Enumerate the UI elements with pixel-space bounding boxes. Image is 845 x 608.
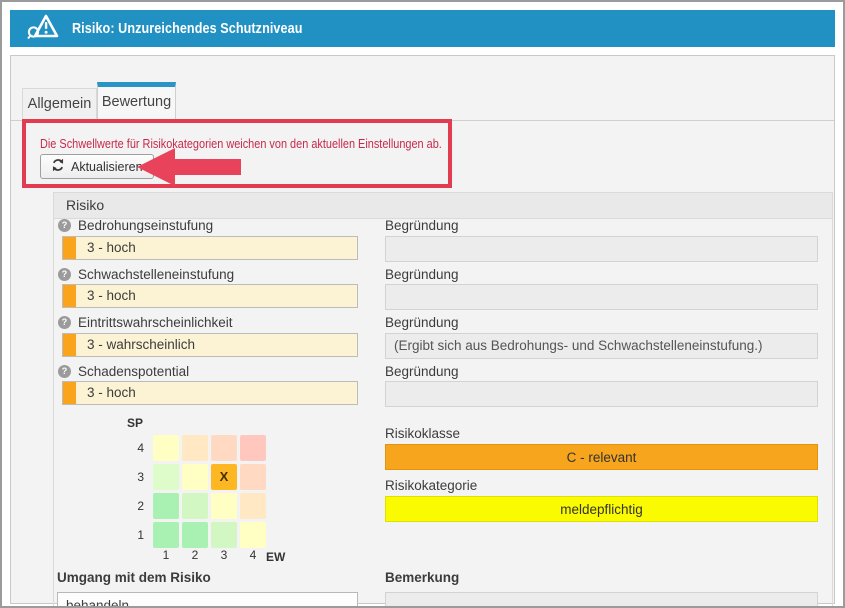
- tab-bewertung[interactable]: Bewertung: [97, 82, 176, 121]
- refresh-icon: [51, 158, 65, 175]
- tab-allgemein-label: Allgemein: [28, 96, 92, 112]
- eintrittswahrscheinlichkeit-value: 3 - wahrscheinlich: [87, 334, 195, 356]
- schwachstelleneinstufung-input[interactable]: 3 - hoch: [62, 284, 358, 308]
- matrix-cell-sp1-ew1: [153, 522, 179, 548]
- rating-stripe: [63, 237, 76, 259]
- risk-matrix-grid: X: [153, 435, 266, 548]
- rating-stripe: [63, 382, 76, 404]
- matrix-cell-sp1-ew3: [211, 522, 237, 548]
- help-icon[interactable]: ?: [58, 268, 71, 281]
- begruendung-input-schaden[interactable]: [385, 381, 818, 407]
- help-icon[interactable]: ?: [58, 219, 71, 232]
- umgang-label: Umgang mit dem Risiko: [57, 570, 211, 585]
- field-label-schwachstelleneinstufung: Schwachstelleneinstufung: [78, 267, 234, 282]
- risikoklasse-label: Risikoklasse: [385, 426, 460, 441]
- matrix-cell-sp2-ew4: [240, 493, 266, 519]
- matrix-cell-sp3-ew3: X: [211, 464, 237, 490]
- matrix-cell-sp4-ew2: [182, 435, 208, 461]
- matrix-y-axis-label: SP: [127, 416, 143, 430]
- help-icon[interactable]: ?: [58, 316, 71, 329]
- matrix-cell-sp2-ew3: [211, 493, 237, 519]
- matrix-col-labels: 1234: [153, 548, 266, 562]
- matrix-cell-sp3-ew1: [153, 464, 179, 490]
- schadenspotential-input[interactable]: 3 - hoch: [62, 381, 358, 405]
- umgang-input[interactable]: behandeln: [57, 592, 358, 608]
- field-label-schadenspotential: Schadenspotential: [78, 364, 189, 379]
- matrix-cell-sp2-ew2: [182, 493, 208, 519]
- rating-stripe: [63, 334, 76, 356]
- tab-allgemein[interactable]: Allgemein: [22, 88, 97, 121]
- matrix-cell-sp4-ew3: [211, 435, 237, 461]
- begruendung-label: Begründung: [385, 267, 459, 282]
- begruendung-label: Begründung: [385, 218, 459, 233]
- matrix-cell-sp4-ew4: [240, 435, 266, 461]
- matrix-cell-sp1-ew4: [240, 522, 266, 548]
- matrix-cell-sp3-ew2: [182, 464, 208, 490]
- risk-warning-icon: [26, 13, 60, 45]
- annotation-arrow: [137, 146, 241, 188]
- risiko-section-title: Risiko: [66, 197, 104, 213]
- risk-class-bar: C - relevant: [385, 444, 818, 470]
- schwachstelleneinstufung-value: 3 - hoch: [87, 285, 136, 307]
- tab-bewertung-label: Bewertung: [102, 94, 171, 110]
- begruendung-label: Begründung: [385, 315, 459, 330]
- bemerkung-input[interactable]: [385, 592, 818, 608]
- matrix-cell-sp4-ew1: [153, 435, 179, 461]
- alert-message: Die Schwellwerte für Risikokategorien we…: [40, 136, 518, 151]
- risikokategorie-label: Risikokategorie: [385, 478, 477, 493]
- begruendung-input-eintritt[interactable]: (Ergibt sich aus Bedrohungs- und Schwach…: [385, 333, 818, 359]
- risk-category-bar: meldepflichtig: [385, 496, 818, 522]
- eintrittswahrscheinlichkeit-input[interactable]: 3 - wahrscheinlich: [62, 333, 358, 357]
- matrix-x-axis-label: EW: [266, 550, 285, 564]
- begruendung-input-bedrohung[interactable]: [385, 236, 818, 262]
- schadenspotential-value: 3 - hoch: [87, 382, 136, 404]
- matrix-row-labels: 4321: [126, 435, 144, 548]
- field-label-eintrittswahrscheinlichkeit: Eintrittswahrscheinlichkeit: [78, 315, 233, 330]
- begruendung-input-schwachstelle[interactable]: [385, 284, 818, 310]
- bemerkung-label: Bemerkung: [385, 570, 459, 585]
- rating-stripe: [63, 285, 76, 307]
- matrix-cell-sp1-ew2: [182, 522, 208, 548]
- matrix-cell-sp2-ew1: [153, 493, 179, 519]
- bedrohungseinstufung-input[interactable]: 3 - hoch: [62, 236, 358, 260]
- matrix-cell-sp3-ew4: [240, 464, 266, 490]
- begruendung-label: Begründung: [385, 364, 459, 379]
- window-titlebar: Risiko: Unzureichendes Schutzniveau: [10, 10, 835, 47]
- bedrohungseinstufung-value: 3 - hoch: [87, 237, 136, 259]
- aktualisieren-label: Aktualisieren: [71, 160, 143, 174]
- help-icon[interactable]: ?: [58, 365, 71, 378]
- window-title: Risiko: Unzureichendes Schutzniveau: [72, 20, 346, 37]
- field-label-bedrohungseinstufung: Bedrohungseinstufung: [78, 218, 213, 233]
- risiko-section-header: Risiko: [54, 193, 832, 219]
